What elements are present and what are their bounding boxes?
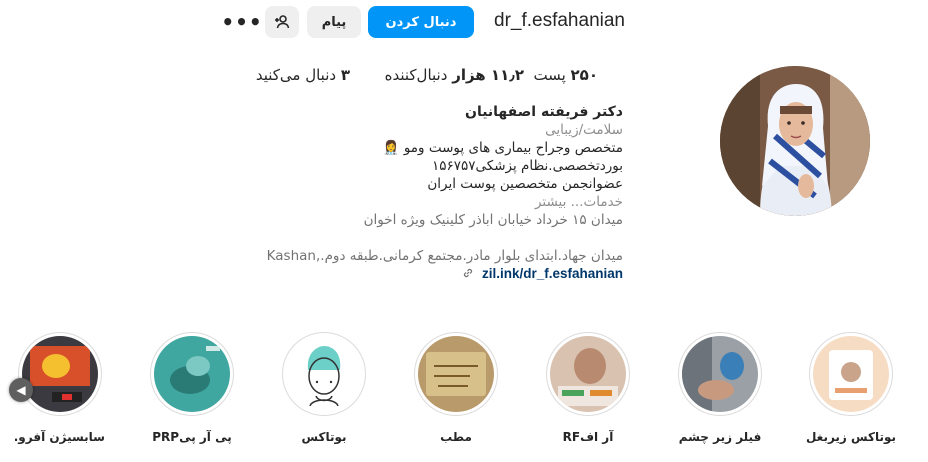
highlight-prp xyxy=(154,336,230,412)
posts-number: ۲۵۰ xyxy=(570,66,598,84)
highlight-label: مطب xyxy=(440,430,472,444)
chevron-left-icon: ◀ xyxy=(16,383,26,397)
followers-count[interactable]: ۱۱٫۲ هزار دنبال‌کننده xyxy=(385,66,524,84)
highlight-filler xyxy=(682,336,758,412)
bio-website[interactable]: zil.ink/dr_f.esfahanian xyxy=(462,266,623,282)
profile-category: سلامت/زیبایی xyxy=(545,122,623,138)
bio-line-3: عضوانجمن متخصصین پوست ایران xyxy=(427,176,623,192)
link-icon xyxy=(463,268,472,278)
add-user-icon xyxy=(275,15,290,29)
highlight-label: سابسیژن آفرو... xyxy=(15,430,105,444)
highlight-item[interactable]: پی آر پیPRP xyxy=(147,332,237,444)
following-count[interactable]: ۳ دنبال می‌کنید xyxy=(256,66,350,84)
profile-username: dr_f.esfahanian xyxy=(494,10,625,31)
highlight-item[interactable]: مطب xyxy=(411,332,501,444)
followers-label: دنبال‌کننده xyxy=(384,66,448,84)
highlights-scroll-left-button[interactable]: ◀ xyxy=(9,378,33,402)
bio-line-1: متخصص وجراح بیماری های پوست ومو 👩‍⚕️ xyxy=(382,140,623,156)
highlight-subcision xyxy=(22,336,98,412)
highlight-label: بوتاکس زیربغل xyxy=(806,430,896,444)
highlight-clinic xyxy=(418,336,494,412)
bio-more-link[interactable]: خدمات... بیشتر xyxy=(535,194,623,210)
highlight-item[interactable]: فیلر زیر چشم xyxy=(675,332,765,444)
highlight-botox-underarm xyxy=(813,336,889,412)
bio-website-link[interactable]: zil.ink/dr_f.esfahanian xyxy=(482,266,623,281)
highlight-label: فیلر زیر چشم xyxy=(678,430,762,444)
following-number: ۳ xyxy=(340,66,350,84)
profile-full-name: دکتر فریفته اصفهانیان xyxy=(465,104,623,120)
posts-count: ۲۵۰ پست xyxy=(533,66,598,84)
suggest-user-button[interactable] xyxy=(265,6,299,38)
bio-line-2: بوردتخصصی.نظام پزشکی۱۵۶۷۵۷ xyxy=(431,158,623,174)
follow-button[interactable]: دنبال کردن xyxy=(368,6,474,38)
more-options-button[interactable]: ••• xyxy=(221,6,261,38)
highlight-rf xyxy=(550,336,626,412)
highlight-label: آر افRF xyxy=(562,430,614,444)
highlight-item[interactable]: بوتاکس زیربغل xyxy=(806,332,896,444)
bio-address-2: میدان جهاد.ابتدای بلوار مادر.مجتمع کرمان… xyxy=(266,248,623,264)
highlight-botox xyxy=(286,336,362,412)
avatar-photo xyxy=(720,66,870,216)
message-button[interactable]: پیام xyxy=(307,6,361,38)
highlight-item[interactable]: آر افRF xyxy=(543,332,633,444)
followers-number: ۱۱٫۲ هزار xyxy=(452,66,524,84)
profile-avatar[interactable] xyxy=(720,66,870,216)
highlight-label: پی آر پیPRP xyxy=(152,430,232,444)
following-label: دنبال می‌کنید xyxy=(255,66,337,84)
highlight-item[interactable]: بوتاکس xyxy=(279,332,369,444)
posts-label: پست xyxy=(533,66,566,84)
bio-address-1: میدان ۱۵ خرداد خیابان اباذر کلینیک ویژه … xyxy=(363,212,623,228)
highlight-label: بوتاکس xyxy=(301,430,347,444)
